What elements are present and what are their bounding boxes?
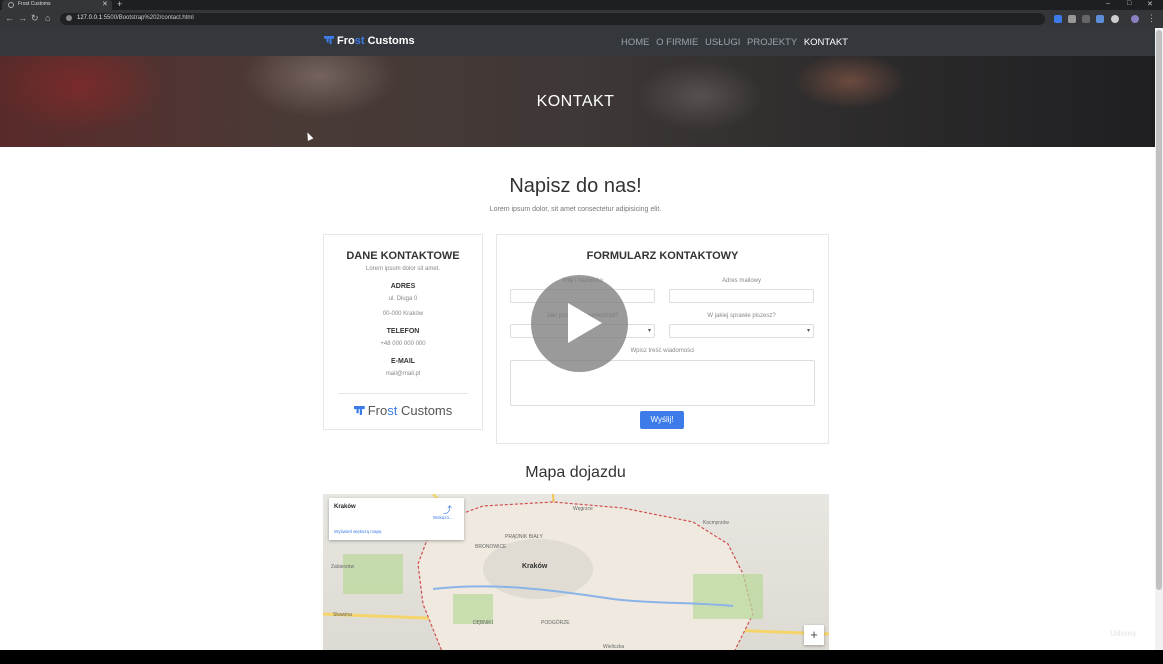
udemy-watermark: Udemy — [1110, 629, 1137, 638]
page-viewport: Frost Customs HOME O FIRMIE USŁUGI PROJE… — [0, 28, 1155, 650]
menu-kebab-icon[interactable]: ⋮ — [1147, 13, 1156, 24]
topic-label: W jakiej sprawie piszesz? — [707, 313, 776, 319]
video-player-bar — [0, 650, 1163, 664]
map-info-card: Kraków ⤴ Wskazó... Wyświetl większą mapę — [329, 498, 464, 540]
map-district-label: PODGÓRZE — [541, 620, 570, 626]
map-city-label: Kraków — [522, 563, 548, 570]
email-label: E-MAIL — [390, 358, 416, 365]
brand-mark-icon — [353, 406, 365, 415]
map-district-label: DĘBNIKI — [473, 620, 494, 626]
forward-icon[interactable]: → — [18, 13, 27, 23]
map-place-label: Skawina — [333, 612, 352, 618]
nav-home[interactable]: HOME — [621, 37, 650, 48]
nav-kontakt[interactable]: KONTAKT — [804, 37, 848, 48]
minimize-button[interactable]: – — [1106, 0, 1110, 7]
map-embed[interactable]: Kraków PRĄDNIK BIAŁY BRONOWICE DĘBNIKI P… — [323, 494, 829, 650]
browser-tab[interactable]: Frost Customs ✕ — [2, 0, 112, 10]
url-input[interactable]: 127.0.0.1:5500/Bootstrap%202/contact.htm… — [60, 13, 1045, 25]
video-play-button[interactable] — [531, 275, 628, 372]
reload-icon[interactable]: ↻ — [31, 13, 39, 24]
scrollbar-thumb[interactable] — [1156, 30, 1162, 590]
close-tab-icon[interactable]: ✕ — [102, 0, 108, 8]
site-navbar: Frost Customs HOME O FIRMIE USŁUGI PROJE… — [0, 28, 1155, 56]
section-subtitle: Lorem ipsum dolor, sit amet consectetur … — [489, 206, 662, 213]
scrollbar[interactable] — [1155, 28, 1163, 650]
divider — [338, 393, 468, 394]
close-window-button[interactable]: ✕ — [1147, 0, 1153, 8]
hero-title: KONTAKT — [536, 93, 615, 110]
email-input[interactable] — [669, 289, 814, 303]
brand-logo[interactable]: Frost Customs — [324, 35, 415, 47]
extension-icon[interactable] — [1096, 15, 1104, 23]
map-place-label: Kocmyrzów — [703, 520, 729, 526]
extension-icon[interactable] — [1054, 15, 1062, 23]
map-place-label: Zabierzów — [331, 564, 355, 570]
nav-uslugi[interactable]: USŁUGI — [705, 37, 740, 48]
address-label: ADRES — [390, 283, 416, 290]
email-label: Adres mailowy — [721, 278, 761, 284]
address-line2: 00-000 Kraków — [382, 311, 424, 317]
contact-heading: DANE KONTAKTOWE — [346, 250, 460, 262]
contact-sub: Lorem ipsum dolor sit amet. — [365, 266, 441, 272]
form-heading: FORMULARZ KONTAKTOWY — [586, 250, 739, 262]
map-district-label: PRĄDNIK BIAŁY — [505, 534, 543, 540]
address-bar: ← → ↻ ⌂ 127.0.0.1:5500/Bootstrap%202/con… — [0, 10, 1163, 28]
phone-label: TELEFON — [386, 328, 420, 335]
map-title: Mapa dojazdu — [525, 464, 626, 481]
play-icon — [568, 303, 602, 343]
nav-projekty[interactable]: PROJEKTY — [747, 37, 797, 48]
map-place-label: Węgrzce — [573, 506, 593, 512]
topic-select[interactable] — [669, 324, 814, 338]
map-district-label: BRONOWICE — [475, 544, 507, 550]
globe-icon — [8, 2, 14, 8]
contact-card: DANE KONTAKTOWE Lorem ipsum dolor sit am… — [323, 234, 483, 430]
new-tab-button[interactable]: + — [117, 0, 122, 9]
directions-link[interactable]: Wskazó... — [433, 515, 453, 520]
extension-icon[interactable] — [1111, 15, 1119, 23]
tab-title: Frost Customs — [18, 1, 51, 7]
send-button[interactable]: Wyślij! — [640, 411, 684, 429]
extension-icon[interactable] — [1082, 15, 1090, 23]
info-icon — [66, 15, 72, 21]
address-line1: ul. Długa 0 — [388, 296, 418, 302]
extension-icon[interactable] — [1068, 15, 1076, 23]
profile-avatar[interactable] — [1131, 15, 1139, 23]
larger-map-link[interactable]: Wyświetl większą mapę — [334, 529, 381, 534]
message-textarea[interactable] — [510, 360, 815, 406]
brand-mark-icon — [324, 36, 334, 44]
email-value[interactable]: mail@mail.pl — [324, 371, 482, 377]
phone-value: +48 000 000 000 — [380, 341, 426, 347]
zoom-in-button[interactable]: + — [804, 625, 824, 645]
map-info-title: Kraków — [334, 504, 356, 510]
url-text: 127.0.0.1:5500/Bootstrap%202/contact.htm… — [77, 15, 194, 21]
home-icon[interactable]: ⌂ — [45, 13, 50, 23]
back-icon[interactable]: ← — [5, 13, 14, 23]
maximize-button[interactable]: □ — [1127, 0, 1131, 7]
section-title: Napisz do nas! — [509, 175, 642, 197]
main-menu: HOME O FIRMIE USŁUGI PROJEKTY KONTAKT — [621, 37, 852, 48]
footer-logo: Frost Customs — [324, 403, 482, 418]
browser-tab-strip: Frost Customs ✕ + – □ ✕ — [0, 0, 1163, 10]
nav-o-firmie[interactable]: O FIRMIE — [656, 37, 698, 48]
hero-banner: KONTAKT — [0, 56, 1155, 147]
